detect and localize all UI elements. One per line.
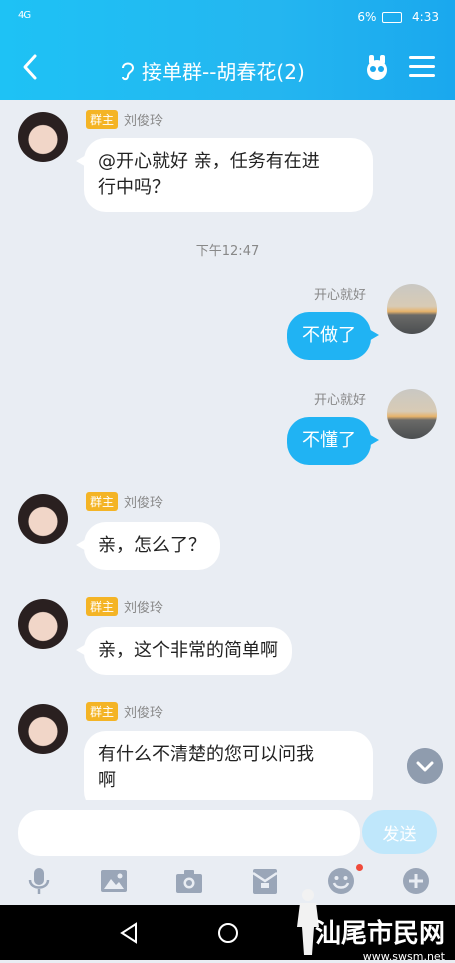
avatar-liujunling[interactable] <box>18 704 68 754</box>
message-text-line: @开心就好 亲，任务有在进 <box>98 151 320 172</box>
battery-percent: 6% <box>357 10 377 24</box>
avatar-liujunling[interactable] <box>18 494 68 544</box>
scroll-down-icon[interactable] <box>407 748 443 784</box>
timestamp: 下午12:47 <box>195 244 260 259</box>
message-text-line: 行中吗？ <box>98 177 170 198</box>
message-text: 不做了 <box>302 325 356 346</box>
sender-name: 刘俊玲 <box>124 496 164 511</box>
red-packet-icon[interactable] <box>250 866 280 896</box>
message-text-line: 啊 <box>98 770 116 791</box>
nav-back-icon[interactable] <box>118 921 140 945</box>
status-bar: 4G 6% 4:33 <box>0 0 455 36</box>
avatar-me[interactable] <box>387 389 437 439</box>
message-bubble[interactable]: 亲，这个非常的简单啊 <box>76 627 292 675</box>
message-text-line: 有什么不清楚的您可以问我 <box>98 744 314 765</box>
sender-name: 刘俊玲 <box>124 601 164 616</box>
avatar-me[interactable] <box>387 284 437 334</box>
chat-title-text: 接单群--胡春花(2) <box>142 60 305 84</box>
my-message-bubble[interactable]: 不做了 <box>287 312 379 360</box>
android-nav-bar: 汕尾市民网 www.swsm.net <box>0 889 455 963</box>
battery-icon <box>382 12 403 23</box>
owner-badge: 群主 <box>86 702 119 721</box>
watermark-name: 汕尾市民网 <box>314 919 445 949</box>
camera-icon[interactable] <box>174 866 204 896</box>
message-text: 亲，怎么了？ <box>98 535 206 556</box>
chat-title: 接单群--胡春花(2) <box>118 56 305 85</box>
owner-badge: 群主 <box>86 492 119 511</box>
composer-bar: 发送 <box>0 800 455 864</box>
owner-badge: 群主 <box>86 110 119 129</box>
notification-dot <box>356 864 363 871</box>
menu-icon[interactable] <box>409 56 435 80</box>
sender-row: 群主 刘俊玲 <box>86 110 163 129</box>
title-bar: 接单群--胡春花(2) <box>0 48 455 92</box>
sender-name: 刘俊玲 <box>124 114 164 129</box>
qq-apps-icon[interactable] <box>363 54 391 82</box>
sender-row: 群主 刘俊玲 <box>86 492 163 511</box>
clock: 4:33 <box>412 10 439 24</box>
my-name: 开心就好 <box>313 288 366 303</box>
message-input[interactable] <box>18 810 360 856</box>
avatar-liujunling[interactable] <box>18 112 68 162</box>
message-bubble[interactable]: 亲，怎么了？ <box>76 522 220 570</box>
watermark-url: www.swsm.net <box>362 950 445 963</box>
my-name: 开心就好 <box>313 393 366 408</box>
avatar-liujunling[interactable] <box>18 599 68 649</box>
watermark: 汕尾市民网 www.swsm.net <box>315 913 445 963</box>
message-text: 不懂了 <box>302 430 356 451</box>
back-arrow-icon[interactable] <box>18 52 44 82</box>
status-right: 6% 4:33 <box>357 10 439 24</box>
my-message-bubble[interactable]: 不懂了 <box>287 417 379 465</box>
message-text: 亲，这个非常的简单啊 <box>98 640 278 661</box>
plus-icon[interactable] <box>401 866 431 896</box>
signal-icon: 4G <box>18 10 31 21</box>
input-toolbar <box>0 864 455 900</box>
sender-name: 刘俊玲 <box>124 706 164 721</box>
sender-row: 群主 刘俊玲 <box>86 702 163 721</box>
image-icon[interactable] <box>99 866 129 896</box>
sender-row: 群主 刘俊玲 <box>86 597 163 616</box>
nav-home-icon[interactable] <box>216 921 240 945</box>
message-bubble[interactable]: @开心就好 亲，任务有在进 行中吗？ <box>76 138 373 212</box>
microphone-icon[interactable] <box>24 866 54 896</box>
ear-icon <box>122 62 135 80</box>
header-bar: 4G 6% 4:33 接单群--胡春花(2) <box>0 0 455 100</box>
owner-badge: 群主 <box>86 597 119 616</box>
send-button[interactable]: 发送 <box>362 810 437 854</box>
emoji-icon[interactable] <box>326 866 356 896</box>
